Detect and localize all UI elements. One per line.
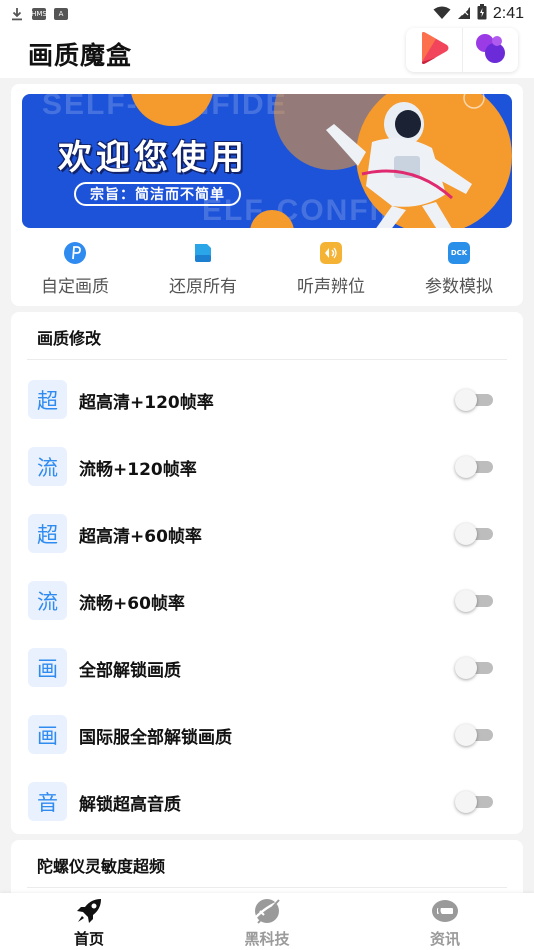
row-badge: 流 bbox=[28, 447, 67, 486]
hms-icon: HMS bbox=[31, 8, 47, 20]
nav-label: 资讯 bbox=[429, 930, 460, 948]
play-button[interactable] bbox=[406, 28, 462, 72]
toggle-switch[interactable] bbox=[455, 523, 495, 545]
toggle-switch[interactable] bbox=[455, 389, 495, 411]
row-badge: 音 bbox=[28, 782, 67, 821]
toggle-switch[interactable] bbox=[455, 791, 495, 813]
grapes-button[interactable] bbox=[461, 28, 519, 72]
nav-news[interactable]: 资讯 bbox=[356, 893, 534, 950]
section-title: 画质修改 bbox=[37, 329, 102, 348]
row-label: 超高清+120帧率 bbox=[79, 393, 214, 413]
row-label: 超高清+60帧率 bbox=[79, 527, 202, 547]
signal-icon bbox=[457, 5, 471, 24]
header-actions bbox=[406, 28, 518, 72]
banner-card: SELF-CONFIDE ELF-CONFIDENC 欢迎您使用 宗旨：简洁而不… bbox=[11, 84, 523, 306]
sound-icon bbox=[320, 242, 342, 264]
row-label: 国际服全部解锁画质 bbox=[79, 728, 232, 748]
a-icon: A bbox=[54, 8, 68, 20]
banner-slogan: 宗旨：简洁而不简单 bbox=[74, 182, 241, 206]
play-icon bbox=[418, 31, 450, 69]
row-label: 流畅+120帧率 bbox=[79, 460, 197, 480]
restore-icon bbox=[192, 242, 214, 264]
divider bbox=[27, 359, 507, 360]
setting-row[interactable]: 画 国际服全部解锁画质 bbox=[11, 701, 523, 768]
setting-row[interactable]: 超 超高清+60帧率 bbox=[11, 500, 523, 567]
quick-label: 参数模拟 bbox=[425, 277, 493, 297]
row-label: 全部解锁画质 bbox=[79, 661, 181, 681]
nav-label: 黑科技 bbox=[244, 930, 290, 948]
setting-row[interactable]: 画 全部解锁画质 bbox=[11, 634, 523, 701]
quick-label: 自定画质 bbox=[41, 277, 109, 297]
rocket-icon bbox=[74, 896, 104, 926]
row-badge: 超 bbox=[28, 514, 67, 553]
section-title: 陀螺仪灵敏度超频 bbox=[37, 857, 166, 876]
setting-row[interactable]: 音 解锁超高音质 bbox=[11, 768, 523, 835]
toggle-switch[interactable] bbox=[455, 724, 495, 746]
p-icon bbox=[64, 242, 86, 264]
nav-black-tech[interactable]: 黑科技 bbox=[178, 893, 356, 950]
quick-custom-quality[interactable]: 自定画质 bbox=[11, 234, 139, 300]
row-label: 流畅+60帧率 bbox=[79, 594, 185, 614]
wifi-icon bbox=[433, 5, 451, 24]
divider bbox=[27, 887, 507, 888]
nav-home[interactable]: 首页 bbox=[0, 893, 178, 950]
row-badge: 画 bbox=[28, 648, 67, 687]
toggle-switch[interactable] bbox=[455, 590, 495, 612]
setting-row[interactable]: 超 超高清+120帧率 bbox=[11, 366, 523, 433]
quick-label: 还原所有 bbox=[169, 277, 237, 297]
toggle-switch[interactable] bbox=[455, 456, 495, 478]
row-badge: 画 bbox=[28, 715, 67, 754]
row-label: 解锁超高音质 bbox=[79, 795, 181, 815]
setting-row[interactable]: 流 流畅+120帧率 bbox=[11, 433, 523, 500]
app-header: 画质魔盒 bbox=[0, 28, 534, 78]
battery-icon bbox=[477, 4, 487, 24]
row-badge: 超 bbox=[28, 380, 67, 419]
quick-actions: 自定画质 还原所有 听声辨位 DCK 参数模拟 bbox=[11, 234, 523, 300]
download-icon bbox=[10, 7, 24, 21]
quick-param-sim[interactable]: DCK 参数模拟 bbox=[395, 234, 523, 300]
dck-icon: DCK bbox=[448, 242, 470, 264]
planet-icon bbox=[252, 896, 282, 926]
gyro-card: 陀螺仪灵敏度超频 bbox=[11, 840, 523, 900]
setting-row[interactable]: 流 流畅+60帧率 bbox=[11, 567, 523, 634]
quality-settings-card: 画质修改 超 超高清+120帧率 流 流畅+120帧率 超 超高清+60帧率 流… bbox=[11, 312, 523, 834]
quick-sound-locate[interactable]: 听声辨位 bbox=[267, 234, 395, 300]
news-icon bbox=[430, 896, 460, 926]
clock: 2:41 bbox=[492, 5, 524, 22]
quick-restore-all[interactable]: 还原所有 bbox=[139, 234, 267, 300]
banner-title: 欢迎您使用 bbox=[58, 138, 248, 178]
row-badge: 流 bbox=[28, 581, 67, 620]
quick-label: 听声辨位 bbox=[297, 277, 365, 297]
status-bar: HMS A 2:41 bbox=[0, 0, 534, 28]
bubbles-icon bbox=[473, 31, 507, 69]
toggle-switch[interactable] bbox=[455, 657, 495, 679]
welcome-banner[interactable]: SELF-CONFIDE ELF-CONFIDENC 欢迎您使用 宗旨：简洁而不… bbox=[22, 94, 512, 228]
bottom-nav: 首页 黑科技 资讯 bbox=[0, 893, 534, 950]
nav-label: 首页 bbox=[73, 930, 104, 948]
app-title: 画质魔盒 bbox=[28, 41, 133, 70]
